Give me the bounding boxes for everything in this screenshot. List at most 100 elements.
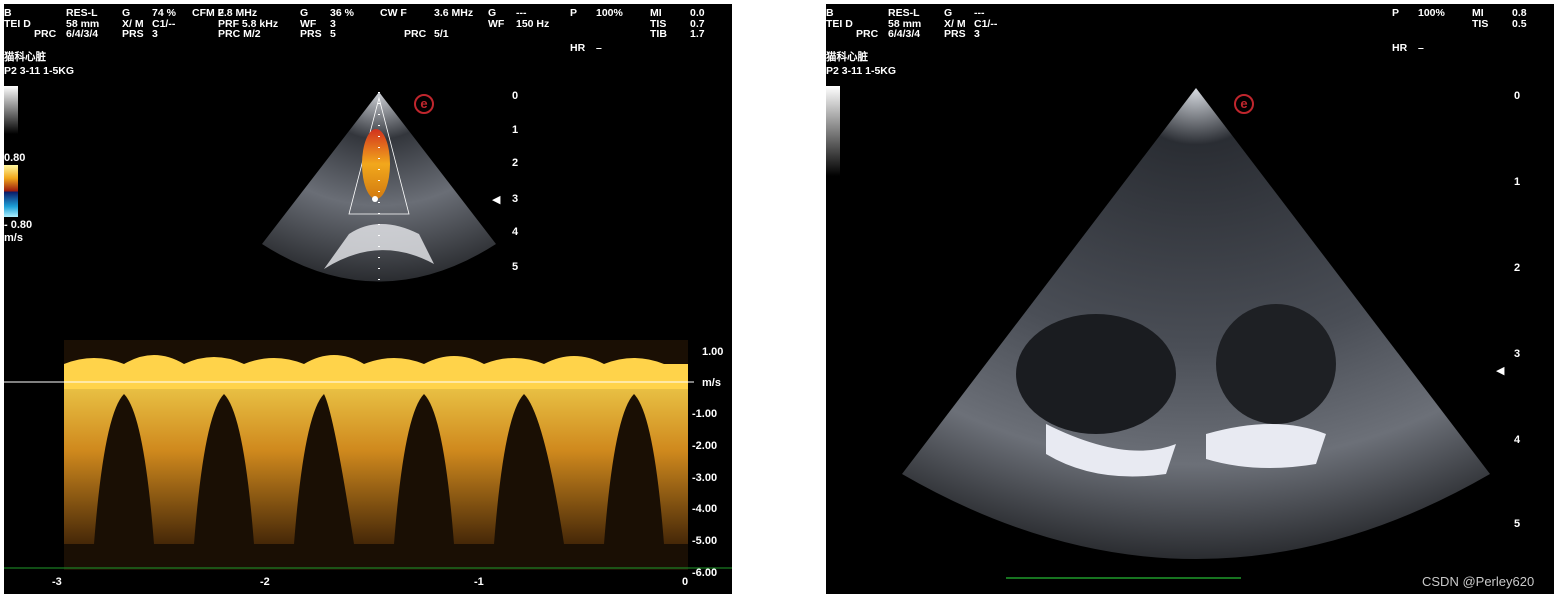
left-ultrasound-panel: B TEI D PRC RES-L 58 mm 6/4/3/4 G X/ M P… [4,4,732,594]
prc-label: PRC [218,28,241,40]
greyscale-bar [826,86,840,176]
header-col-cfm-values: 2.8 MHz PRF 5.8 kHz PRC M/2 [218,8,278,40]
left-chamber [1016,314,1176,434]
velocity-label: -4.00 [692,503,718,515]
cw-spectral-doppler [4,340,732,570]
header-col-power-value: 100% – [596,8,623,53]
time-label: -2 [260,576,270,588]
tis-value: 0.5 [1512,17,1527,30]
header-col-res: RES-L 58 mm 6/4/3/4 [66,8,99,40]
velocity-label: -1.00 [692,408,718,420]
prs-value: 3 [974,28,980,40]
power-value: 100% [1418,7,1445,19]
preset-label: 猫科心脏 [826,51,868,63]
mode-label: B [826,7,834,19]
header-col-gain: G X/ M PRS [944,8,966,40]
header-col-mi-value: 0.8 0.5 [1512,8,1527,29]
depth-label: 4 [512,226,519,238]
greyscale-bar [4,86,18,134]
velocity-label: -3.00 [692,472,718,484]
header-col-gain-value: 74 % C1/-- 3 [152,8,176,40]
wf-label: WF [488,17,505,30]
header-col-mi: MI TIS TIB [650,8,667,40]
header-col-power: P HR [570,8,585,53]
depth-label: 0 [1514,90,1521,102]
power-label: P [570,7,578,19]
preset-label: 猫科心脏 [4,51,46,63]
depth-label: 0 [512,90,519,102]
prc-value: 6/4/3/4 [888,28,921,40]
hr-label: HR [570,41,586,54]
depth-label: 2 [512,157,519,169]
gain-label: G [944,7,953,19]
depth-label: 5 [1514,518,1521,530]
prc-label: PRC [404,28,427,40]
mode-label: B [4,7,12,19]
focus-marker-icon: ◀ [492,194,501,206]
color-doppler-sector [262,92,496,284]
depth-label: 3 [1514,348,1521,360]
color-gain-value: 36 % [330,7,354,19]
mode-label: PRC [856,28,879,40]
time-label: -3 [52,576,62,588]
right-chamber [1216,304,1336,424]
header-col-power: P HR [1392,8,1407,53]
sample-gate [372,196,378,202]
header-col-cw-gain-value: --- 150 Hz [516,8,549,29]
wf-value: 150 Hz [516,17,550,30]
header-col-cw-gain: G WF [488,8,504,29]
tis-label: TIS [1472,17,1489,30]
header-col-cw: CW F PRC [380,8,426,40]
depth-label: 1 [1514,176,1521,188]
mi-label: MI [1472,7,1484,19]
cw-freq: 3.6 MHz [434,7,474,19]
depth-label: 3 [512,193,519,205]
vendor-logo-icon: e [414,94,434,114]
power-value: 100% [596,7,623,19]
res-label: RES-L [888,7,920,19]
color-scale-bar [4,165,18,217]
hr-value: – [596,41,602,54]
color-gain-label: G [300,7,309,19]
header-col-mode: B TEI D PRC [826,8,878,40]
time-label: -1 [474,576,484,588]
velocity-label: 1.00 [702,346,724,358]
mi-label: MI [650,7,662,19]
header-col-mi: MI TIS [1472,8,1488,29]
prs-label: PRS [300,28,322,40]
cw-label: CW F [380,7,407,19]
valve-echo [1206,424,1326,468]
hr-value: – [1418,41,1424,54]
hr-label: HR [1392,41,1408,54]
header-col-color-gain: G WF PRS [300,8,322,40]
focus-marker-icon: ◀ [1496,365,1505,377]
color-scale-unit: m/s [4,232,23,244]
velocity-label: -2.00 [692,440,718,452]
mi-value: 0.8 [1512,7,1527,19]
depth-label: 4 [1514,434,1521,446]
velocity-unit: m/s [702,377,721,389]
regurgitant-flow-envelope [64,389,688,544]
watermark: CSDN @Perley620 [1422,574,1535,589]
res-label: RES-L [66,7,98,19]
velocity-label: -5.00 [692,535,718,547]
probe-label: P2 3-11 1-5KG [4,65,75,77]
gain-value: --- [974,7,985,19]
gain-label: G [122,7,131,19]
color-scale-max: 0.80 [4,152,26,164]
time-label: 0 [682,576,689,588]
gain-value: 74 % [152,7,176,19]
mode-label: PRC [34,28,57,40]
vendor-logo-icon: e [1234,94,1254,114]
prc-cw-value: 5/1 [434,28,449,40]
prs-label: PRS [944,28,966,40]
depth-label: 1 [512,124,519,136]
prs-value: 5 [330,28,336,40]
prc-color-value: M/2 [243,28,261,40]
tib-label: TIB [650,28,667,40]
header-col-mi-value: 0.0 0.7 1.7 [690,8,705,40]
header-col-power-value: 100% – [1418,8,1445,53]
header-col-res: RES-L 58 mm 6/4/3/4 [888,8,921,40]
header-col-color-gain-value: 36 % 3 5 [330,8,354,40]
header-col-cw-values: 3.6 MHz 5/1 [434,8,473,40]
